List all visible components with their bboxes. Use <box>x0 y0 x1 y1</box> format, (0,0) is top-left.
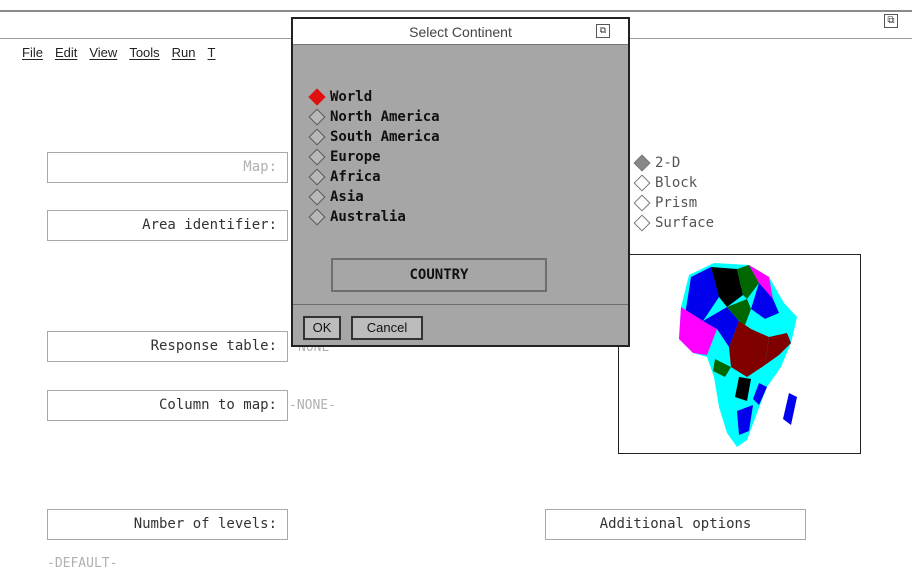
radio-icon <box>308 108 326 125</box>
radio-icon <box>633 214 651 231</box>
column-to-map-button[interactable]: Column to map: <box>47 390 288 421</box>
continent-option-south-america[interactable]: South America <box>307 127 440 147</box>
radio-selected-icon <box>633 154 651 171</box>
ok-button[interactable]: OK <box>303 316 341 340</box>
map-button[interactable]: Map: <box>47 152 288 183</box>
menu-edit[interactable]: Edit <box>55 45 77 65</box>
continent-option-asia[interactable]: Asia <box>307 187 440 207</box>
radio-selected-icon <box>308 88 326 105</box>
additional-options-button[interactable]: Additional options <box>545 509 806 540</box>
number-of-levels-button[interactable]: Number of levels: <box>47 509 288 540</box>
radio-icon <box>633 174 651 191</box>
continent-option-australia[interactable]: Australia <box>307 207 440 227</box>
africa-map-icon <box>679 263 797 447</box>
cancel-button[interactable]: Cancel <box>351 316 423 340</box>
continent-option-north-america[interactable]: North America <box>307 107 440 127</box>
dialog-restore-icon[interactable]: ⧉ <box>596 24 610 38</box>
radio-icon <box>308 188 326 205</box>
country-button[interactable]: COUNTRY <box>331 258 547 292</box>
map-type-prism[interactable]: Prism <box>632 193 714 213</box>
map-preview <box>618 254 861 454</box>
continent-option-africa[interactable]: Africa <box>307 167 440 187</box>
window-restore-icon[interactable]: ⧉ <box>884 14 898 28</box>
radio-icon <box>633 194 651 211</box>
radio-icon <box>308 148 326 165</box>
menu-view[interactable]: View <box>89 45 117 65</box>
response-table-button[interactable]: Response table: <box>47 331 288 362</box>
radio-icon <box>308 168 326 185</box>
map-type-surface[interactable]: Surface <box>632 213 714 233</box>
dialog-title: Select Continent <box>293 19 628 45</box>
dialog-divider <box>293 304 628 305</box>
menubar: File Edit View Tools Run T <box>22 45 215 65</box>
column-to-map-value: -NONE- <box>289 398 336 413</box>
radio-icon <box>308 208 326 225</box>
continent-option-europe[interactable]: Europe <box>307 147 440 167</box>
menu-file[interactable]: File <box>22 45 43 65</box>
radio-icon <box>308 128 326 145</box>
map-type-group: 2-D Block Prism Surface <box>632 153 714 233</box>
menu-tools[interactable]: Tools <box>129 45 159 65</box>
menu-truncated[interactable]: T <box>208 45 216 65</box>
window-top-border <box>0 10 912 12</box>
map-type-block[interactable]: Block <box>632 173 714 193</box>
continent-radio-group: World North America South America Europe… <box>307 87 440 227</box>
menu-run[interactable]: Run <box>172 45 196 65</box>
continent-option-world[interactable]: World <box>307 87 440 107</box>
number-of-levels-value: -DEFAULT- <box>47 556 118 571</box>
map-type-2d[interactable]: 2-D <box>632 153 714 173</box>
area-identifier-button[interactable]: Area identifier: <box>47 210 288 241</box>
select-continent-dialog: Select Continent ⧉ World North America S… <box>291 17 630 347</box>
